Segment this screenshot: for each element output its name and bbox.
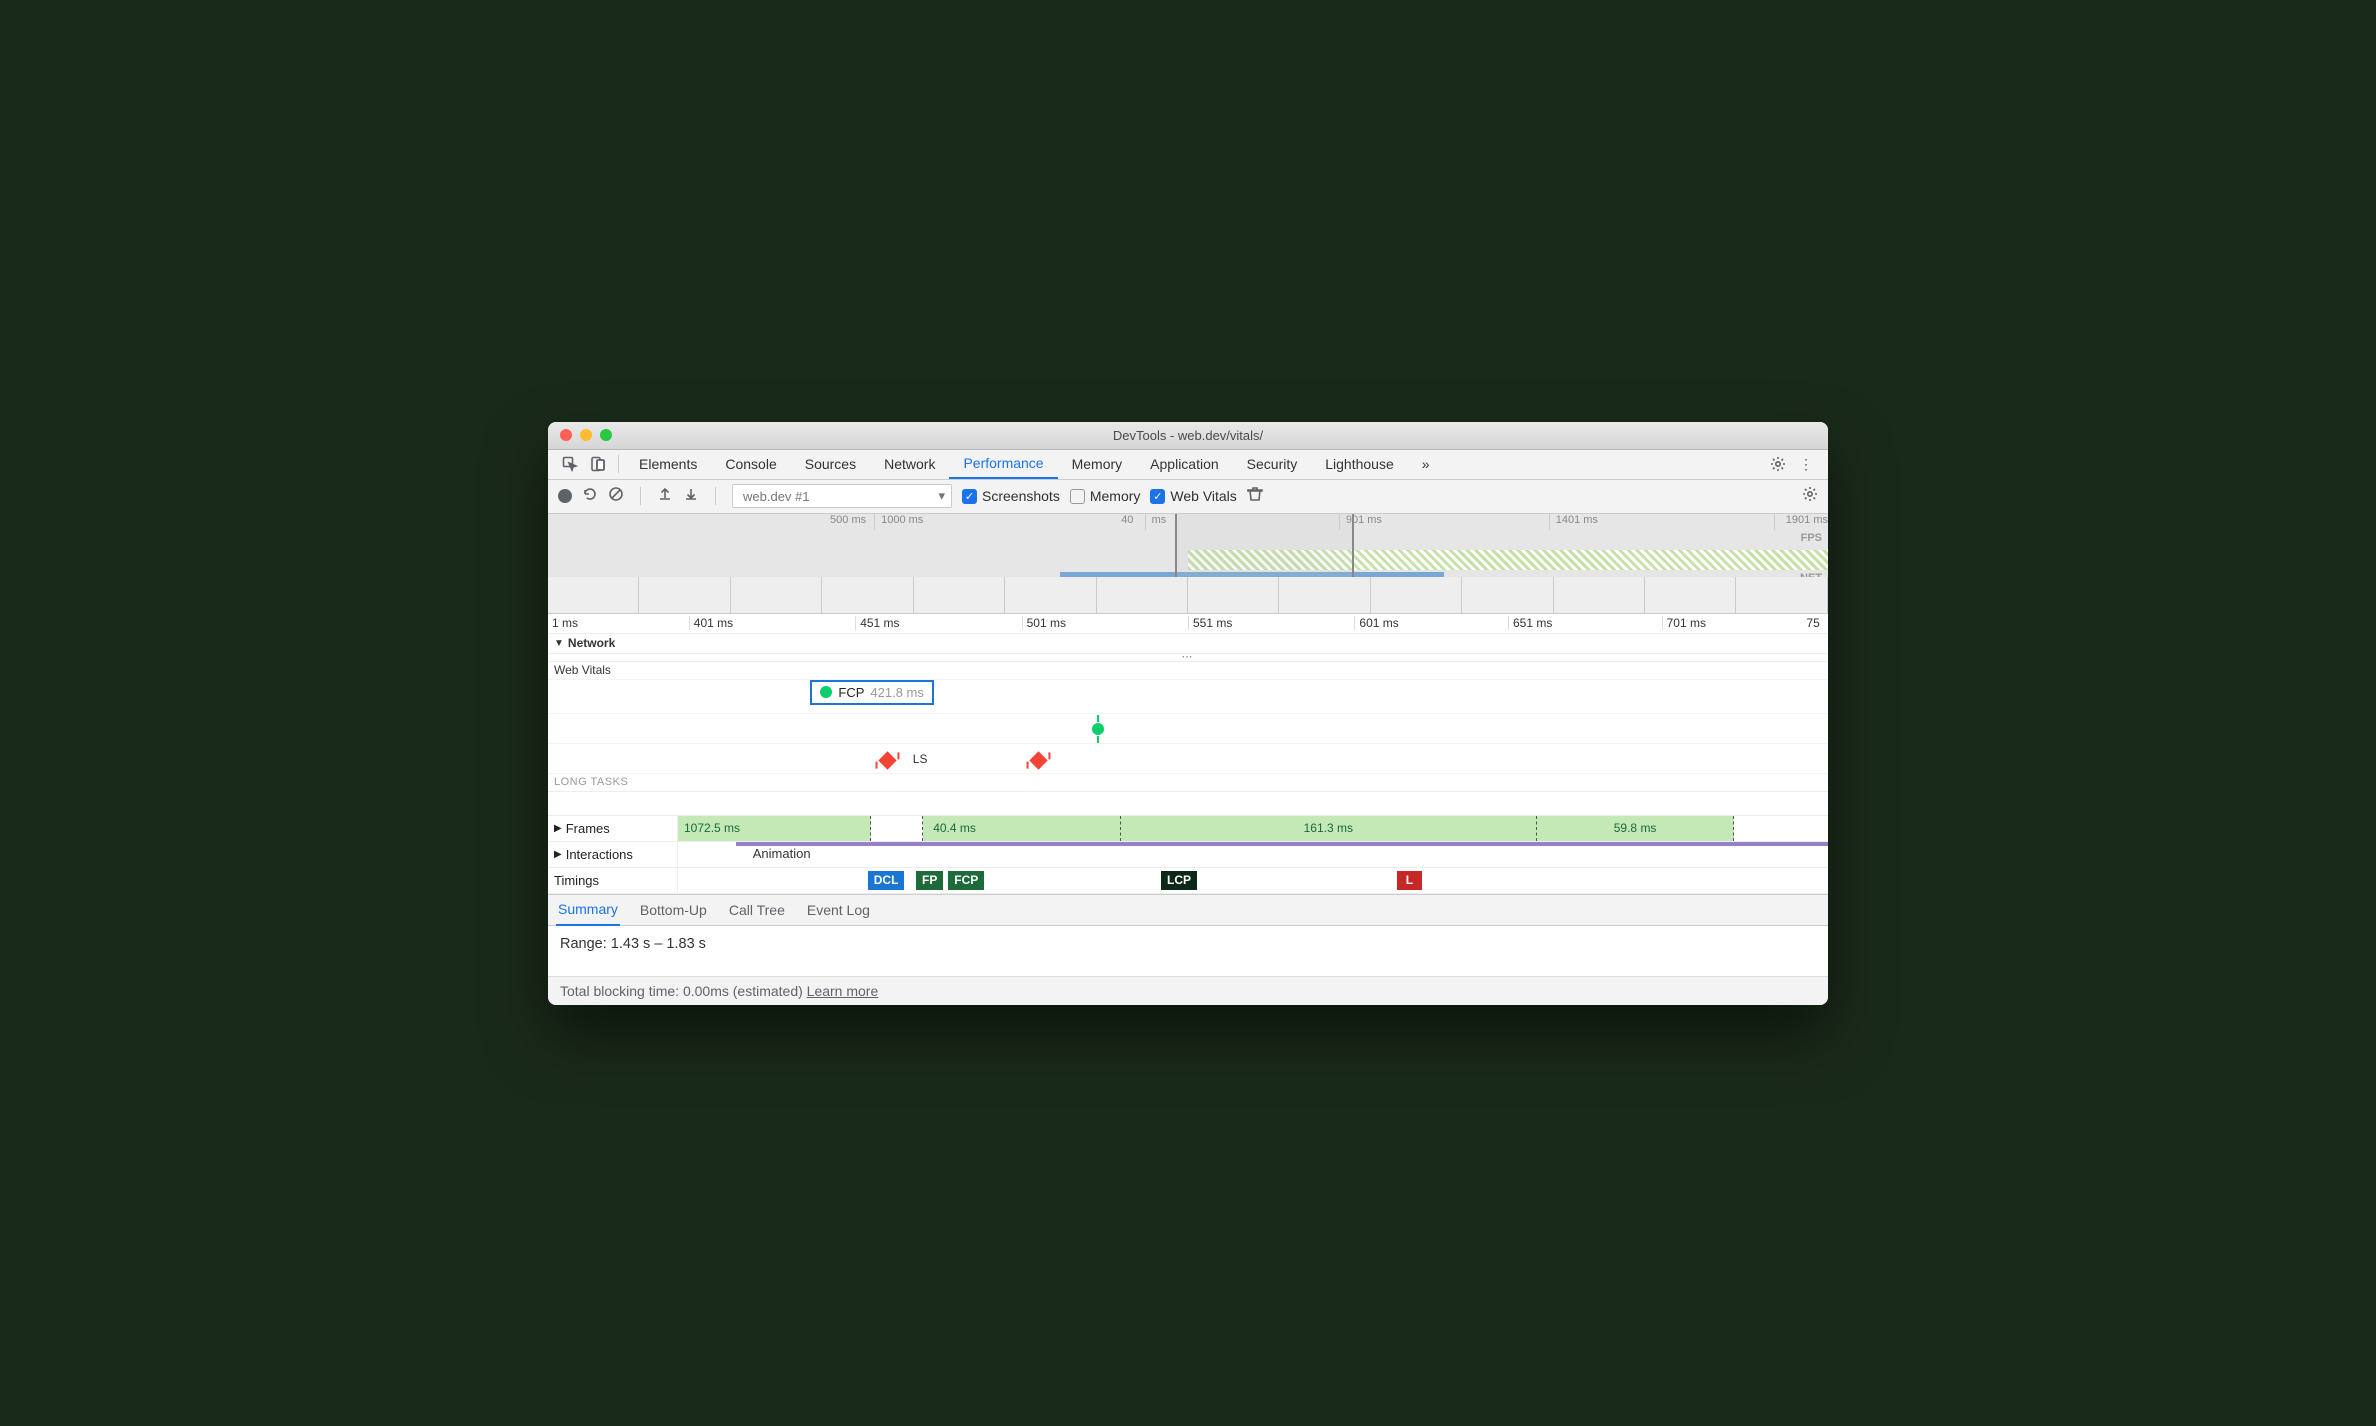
summary-panel: Range: 1.43 s – 1.83 s	[548, 926, 1828, 976]
ls-marker[interactable]	[1029, 751, 1047, 769]
clear-icon[interactable]	[608, 486, 624, 507]
tab-event-log[interactable]: Event Log	[805, 895, 872, 925]
summary-range: Range: 1.43 s – 1.83 s	[560, 936, 1816, 952]
upload-icon[interactable]	[657, 486, 673, 507]
fcp-dot-icon	[820, 686, 832, 698]
vitals-ls-track[interactable]: LS	[548, 744, 1828, 774]
download-icon[interactable]	[683, 486, 699, 507]
web-vitals-checkbox[interactable]: ✓Web Vitals	[1150, 488, 1236, 504]
tab-elements[interactable]: Elements	[625, 449, 711, 479]
tab-summary[interactable]: Summary	[556, 894, 620, 926]
main-tabs: Elements Console Sources Network Perform…	[548, 450, 1828, 480]
footer-bar: Total blocking time: 0.00ms (estimated) …	[548, 976, 1828, 1005]
devtools-window: DevTools - web.dev/vitals/ Elements Cons…	[548, 422, 1828, 1005]
inspect-icon[interactable]	[556, 456, 584, 472]
timings-lane[interactable]: Timings DCL FP FCP LCP L	[548, 868, 1828, 894]
animation-label: Animation	[753, 846, 811, 861]
details-tabs: Summary Bottom-Up Call Tree Event Log	[548, 894, 1828, 926]
frames-track[interactable]: 40.4 ms 161.3 ms 59.8 ms	[788, 816, 1828, 841]
reload-icon[interactable]	[582, 486, 598, 507]
overview-timeline[interactable]: 500 ms 1000 ms 40 ms 901 ms 1401 ms 1901…	[548, 514, 1828, 614]
timing-lcp[interactable]: LCP	[1161, 871, 1197, 890]
trash-icon[interactable]	[1247, 486, 1263, 507]
frames-first[interactable]: 1072.5 ms	[678, 816, 788, 841]
record-button[interactable]	[558, 489, 572, 503]
tab-lighthouse[interactable]: Lighthouse	[1311, 449, 1408, 479]
tab-application[interactable]: Application	[1136, 449, 1233, 479]
perf-toolbar: web.dev #1 ✓Screenshots Memory ✓Web Vita…	[548, 480, 1828, 514]
vitals-fcp-track[interactable]: FCP 421.8 ms	[548, 680, 1828, 714]
recording-dropdown[interactable]: web.dev #1	[732, 484, 952, 508]
timing-l[interactable]: L	[1397, 871, 1422, 890]
tbt-text: Total blocking time: 0.00ms (estimated)	[560, 983, 803, 999]
perf-settings-gear-icon[interactable]	[1802, 486, 1818, 507]
tab-network[interactable]: Network	[870, 449, 949, 479]
tab-sources[interactable]: Sources	[791, 449, 870, 479]
tabs-more-icon[interactable]: »	[1408, 449, 1444, 479]
tab-security[interactable]: Security	[1233, 449, 1312, 479]
window-title: DevTools - web.dev/vitals/	[548, 428, 1828, 443]
screenshot-strip	[548, 577, 1828, 613]
long-tasks-label: LONG TASKS	[548, 774, 1828, 792]
gear-icon[interactable]	[1764, 456, 1792, 472]
tab-performance[interactable]: Performance	[949, 449, 1057, 479]
timing-dcl[interactable]: DCL	[868, 871, 905, 890]
animation-bar[interactable]	[736, 842, 1829, 846]
tab-bottom-up[interactable]: Bottom-Up	[638, 895, 709, 925]
screenshots-checkbox[interactable]: ✓Screenshots	[962, 488, 1060, 504]
titlebar: DevTools - web.dev/vitals/	[548, 422, 1828, 450]
collapse-handle[interactable]: ⋯	[548, 654, 1828, 662]
tab-memory[interactable]: Memory	[1058, 449, 1137, 479]
timing-fcp[interactable]: FCP	[948, 871, 984, 890]
timing-fp[interactable]: FP	[916, 871, 943, 890]
web-vitals-header: Web Vitals	[548, 662, 1828, 680]
frames-lane[interactable]: ▶Frames 1072.5 ms 40.4 ms 161.3 ms 59.8 …	[548, 816, 1828, 842]
device-toggle-icon[interactable]	[584, 456, 612, 472]
fcp-tooltip[interactable]: FCP 421.8 ms	[810, 680, 933, 705]
tab-call-tree[interactable]: Call Tree	[727, 895, 787, 925]
kebab-menu-icon[interactable]: ⋮	[1792, 456, 1820, 473]
ls-label: LS	[913, 752, 928, 766]
memory-checkbox[interactable]: Memory	[1070, 488, 1141, 504]
learn-more-link[interactable]: Learn more	[807, 983, 879, 999]
detail-ruler[interactable]: 1 ms 401 ms 451 ms 501 ms 551 ms 601 ms …	[548, 614, 1828, 634]
ls-marker[interactable]	[878, 751, 896, 769]
long-tasks-track[interactable]	[548, 792, 1828, 816]
lcp-marker[interactable]	[1092, 723, 1104, 735]
tab-console[interactable]: Console	[711, 449, 790, 479]
interactions-lane[interactable]: ▶Interactions Animation	[548, 842, 1828, 868]
vitals-lcp-track[interactable]	[548, 714, 1828, 744]
fps-label: FPS	[1801, 532, 1822, 544]
